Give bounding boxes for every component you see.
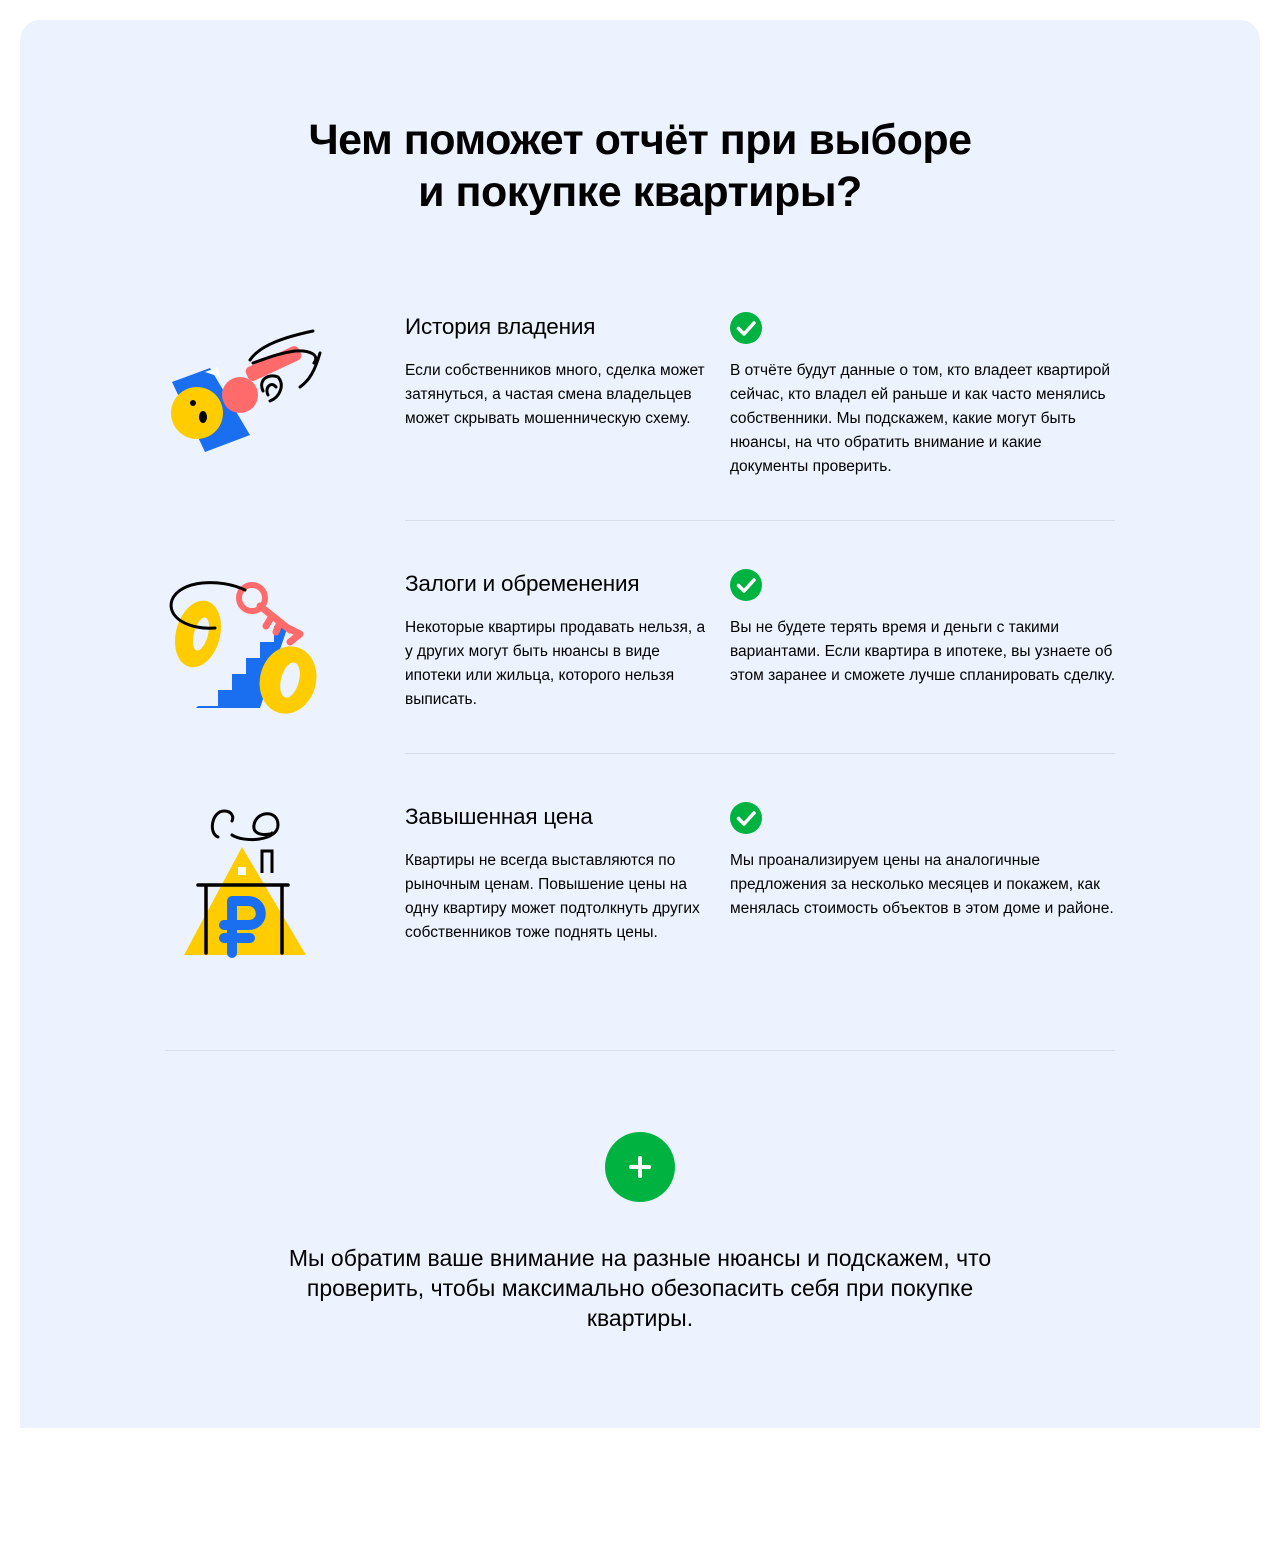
- report-benefits-panel: [20, 20, 1260, 1428]
- page-title-line-2: и покупке квартиры?: [418, 168, 862, 216]
- page-title: Чем поможет отчёт при выборе и покупке к…: [0, 114, 1280, 218]
- expand-plus-button[interactable]: [605, 1132, 675, 1202]
- plus-icon: [629, 1156, 651, 1178]
- check-circle-icon: [730, 312, 762, 344]
- check-circle-icon: [730, 569, 762, 601]
- problem-description: Если собственников много, сделка может з…: [405, 362, 705, 427]
- solution-description: Мы проанализируем цены на аналогичные пр…: [730, 852, 1114, 917]
- row-divider: [405, 753, 1115, 754]
- percent-with-key-icon: [169, 581, 317, 714]
- check-circle-icon: [730, 802, 762, 834]
- problem-description: Некоторые квартиры продавать нельзя, а у…: [405, 619, 706, 708]
- problem-description: Квартиры не всегда выставляются по рыноч…: [405, 852, 700, 941]
- row-divider: [405, 520, 1115, 521]
- row-title: Завышенная цена: [405, 804, 593, 829]
- page-title-line-1: Чем поможет отчёт при выборе: [308, 116, 972, 164]
- solution-description: В отчёте будут данные о том, кто владеет…: [730, 362, 1111, 475]
- house-with-ruble-icon: [184, 809, 306, 958]
- hand-with-key-icon: [171, 329, 322, 452]
- row-title: Залоги и обременения: [405, 571, 640, 596]
- row-title: История владения: [405, 314, 596, 339]
- summary-text: Мы обратим ваше внимание на разные нюанс…: [288, 1245, 992, 1331]
- section-divider: [165, 1050, 1115, 1051]
- solution-description: Вы не будете терять время и деньги с так…: [730, 619, 1116, 684]
